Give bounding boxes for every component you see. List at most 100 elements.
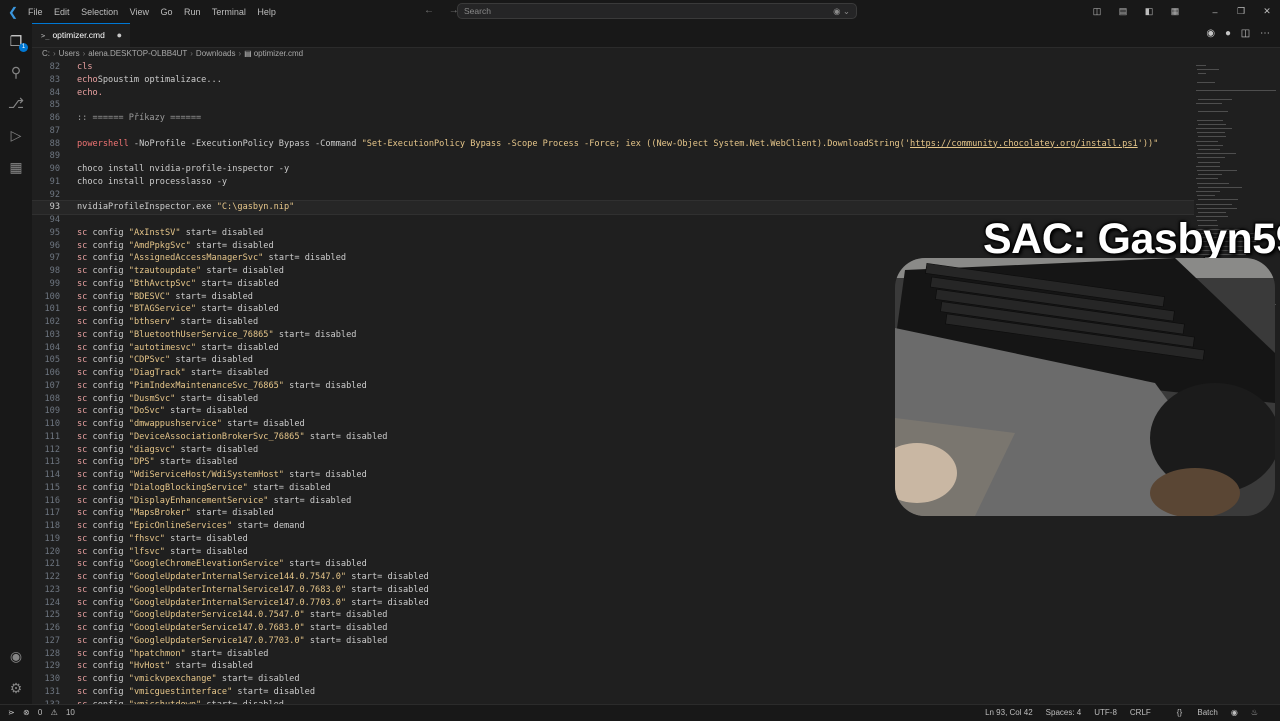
- remote-icon[interactable]: ⋗: [8, 708, 15, 717]
- code-line[interactable]: 84 echo.: [32, 87, 1194, 100]
- code-token: "DisplayEnhancementService": [128, 495, 269, 506]
- code-text: sc config "BTAGService" start= disabled: [77, 303, 279, 316]
- unsaved-dot-icon[interactable]: ●: [117, 24, 122, 46]
- code-token: "GoogleUpdaterService147.0.7683.0": [128, 623, 305, 633]
- code-line[interactable]: 90 choco install nvidia-profile-inspector…: [32, 163, 1194, 176]
- maximize-icon[interactable]: ❐: [1228, 6, 1254, 17]
- code-token: start= disabled: [304, 623, 388, 633]
- line-number: 113: [44, 457, 60, 468]
- line-number: 89: [49, 151, 60, 162]
- breadcrumb-item[interactable]: C:: [42, 49, 50, 58]
- window-controls: ◫ ▤ ◧ ▦ – ❐ ✕: [1084, 0, 1280, 23]
- code-line[interactable]: 120 sc config "lfsvc" start= disabled: [32, 546, 1194, 559]
- menu-go[interactable]: Go: [160, 7, 172, 17]
- menu-terminal[interactable]: Terminal: [212, 7, 246, 17]
- code-line[interactable]: 85: [32, 99, 1194, 112]
- code-line[interactable]: 86:: ====== Příkazy ======: [32, 112, 1194, 125]
- code-text: choco install nvidia-profile-inspector -…: [77, 163, 289, 176]
- minimize-icon[interactable]: –: [1202, 7, 1228, 17]
- code-line[interactable]: 82 cls: [32, 61, 1194, 74]
- code-line[interactable]: 129 sc config "HvHost" start= disabled: [32, 660, 1194, 673]
- close-icon[interactable]: ✕: [1254, 6, 1280, 17]
- code-token: start= disabled: [221, 419, 305, 429]
- settings-gear-icon[interactable]: ⚙: [6, 678, 26, 698]
- code-line[interactable]: 122 sc config "GoogleUpdaterInternalServi…: [32, 571, 1194, 584]
- code-line[interactable]: 89: [32, 150, 1194, 163]
- line-number: 93: [49, 202, 60, 213]
- code-link[interactable]: https://community.chocolatey.org/install…: [910, 139, 1138, 149]
- breadcrumb-item[interactable]: Downloads: [196, 49, 236, 58]
- copilot-status-icon[interactable]: ◉: [1231, 705, 1238, 721]
- code-line[interactable]: 91 choco install processlasso -y: [32, 176, 1194, 189]
- code-token: sc: [77, 661, 88, 672]
- menu-view[interactable]: View: [130, 7, 149, 17]
- copilot-icon[interactable]: ◉ ⌄: [833, 4, 850, 18]
- code-line[interactable]: 92: [32, 189, 1194, 202]
- breadcrumb-item[interactable]: Users: [59, 49, 80, 58]
- command-center-search[interactable]: Search ◉ ⌄: [457, 3, 857, 19]
- back-arrow-icon[interactable]: ←: [424, 5, 434, 16]
- account-icon[interactable]: ◉: [6, 646, 26, 666]
- copilot-chat-icon[interactable]: ◉: [1206, 28, 1215, 39]
- code-token: "WdiServiceHost/WdiSystemHost": [128, 470, 284, 480]
- chevron-right-icon: ›: [82, 49, 86, 58]
- user-account-icon[interactable]: ●: [1225, 28, 1231, 39]
- search-icon[interactable]: ⚲: [6, 62, 26, 82]
- menu-edit[interactable]: Edit: [54, 7, 70, 17]
- menu-help[interactable]: Help: [257, 7, 276, 17]
- code-line[interactable]: 118 sc config "EpicOnlineServices" start=…: [32, 520, 1194, 533]
- code-line[interactable]: 124 sc config "GoogleUpdaterInternalServi…: [32, 597, 1194, 610]
- tab-optimizer-cmd[interactable]: >_ optimizer.cmd ●: [32, 23, 130, 47]
- code-token: start= disabled: [304, 635, 388, 646]
- editor-actions: ◉ ● ◫ ⋯: [1199, 28, 1270, 39]
- code-line[interactable]: 123 sc config "GoogleUpdaterInternalServi…: [32, 584, 1194, 597]
- code-token: "BluetoothUserService_76865": [128, 329, 274, 340]
- language-mode[interactable]: {} Batch: [1164, 705, 1218, 721]
- code-line[interactable]: 130 sc config "vmickvpexchange" start= di…: [32, 673, 1194, 686]
- code-token: sc: [77, 482, 88, 493]
- code-line[interactable]: 119 sc config "fhsvc" start= disabled: [32, 533, 1194, 546]
- code-token: start= disabled: [346, 572, 429, 582]
- code-token: "AssignedAccessManagerSvc": [128, 253, 264, 264]
- menu-run[interactable]: Run: [184, 7, 201, 17]
- menu-file[interactable]: File: [28, 7, 43, 17]
- code-line[interactable]: 127 sc config "GoogleUpdaterService147.0.…: [32, 635, 1194, 648]
- encoding[interactable]: UTF-8: [1094, 705, 1117, 721]
- code-token: start= disabled: [175, 444, 259, 455]
- code-line[interactable]: 126 sc config "GoogleUpdaterService147.0.…: [32, 622, 1194, 635]
- code-line[interactable]: 128 sc config "hpatchmon" start= disabled: [32, 648, 1194, 661]
- breadcrumb-item[interactable]: optimizer.cmd: [254, 49, 303, 58]
- line-number: 98: [49, 266, 60, 276]
- code-line[interactable]: 87: [32, 125, 1194, 138]
- extensions-icon[interactable]: ▦: [6, 157, 26, 177]
- indentation[interactable]: Spaces: 4: [1046, 705, 1082, 721]
- code-token: start= disabled: [164, 406, 248, 417]
- run-debug-icon[interactable]: ▷: [6, 125, 26, 145]
- code-line[interactable]: 125 sc config "GoogleUpdaterService144.0.…: [32, 609, 1194, 622]
- code-line[interactable]: 88 powershell -NoProfile -ExecutionPolicy…: [32, 138, 1194, 151]
- customize-layout-icon[interactable]: ▦: [1162, 6, 1188, 17]
- code-line[interactable]: 83 echoSpoustim optimalizace...: [32, 74, 1194, 87]
- code-token: "fhsvc": [128, 533, 165, 544]
- code-token: config: [87, 240, 129, 251]
- more-actions-icon[interactable]: ⋯: [1260, 28, 1270, 39]
- explorer-icon[interactable]: ❐ 1: [6, 31, 28, 52]
- problems-indicator[interactable]: ⊗ 0 ⚠ 10: [23, 708, 81, 717]
- source-control-icon[interactable]: ⎇: [6, 93, 26, 113]
- menu-selection[interactable]: Selection: [81, 7, 118, 17]
- toggle-secondary-sidebar-icon[interactable]: ◧: [1136, 6, 1162, 17]
- code-line[interactable]: 121 sc config "GoogleChromeElevationServi…: [32, 558, 1194, 571]
- code-line[interactable]: 131 sc config "vmicguestinterface" start=…: [32, 686, 1194, 699]
- code-token: start= disabled: [190, 508, 274, 519]
- toggle-panel-icon[interactable]: ▤: [1110, 6, 1136, 17]
- breadcrumb-item[interactable]: alena.DESKTOP-OLBB4UT: [88, 49, 187, 58]
- line-number: 128: [44, 648, 60, 659]
- toggle-sidebar-icon[interactable]: ◫: [1084, 6, 1110, 17]
- code-token: powershell: [77, 138, 129, 149]
- code-token: start= disabled: [170, 291, 253, 302]
- end-of-line[interactable]: CRLF: [1130, 705, 1151, 721]
- code-text: sc config "diagsvc" start= disabled: [77, 444, 258, 457]
- cursor-position[interactable]: Ln 93, Col 42: [985, 705, 1033, 721]
- split-editor-icon[interactable]: ◫: [1241, 28, 1250, 39]
- notifications-bell-icon[interactable]: ♨: [1251, 705, 1258, 721]
